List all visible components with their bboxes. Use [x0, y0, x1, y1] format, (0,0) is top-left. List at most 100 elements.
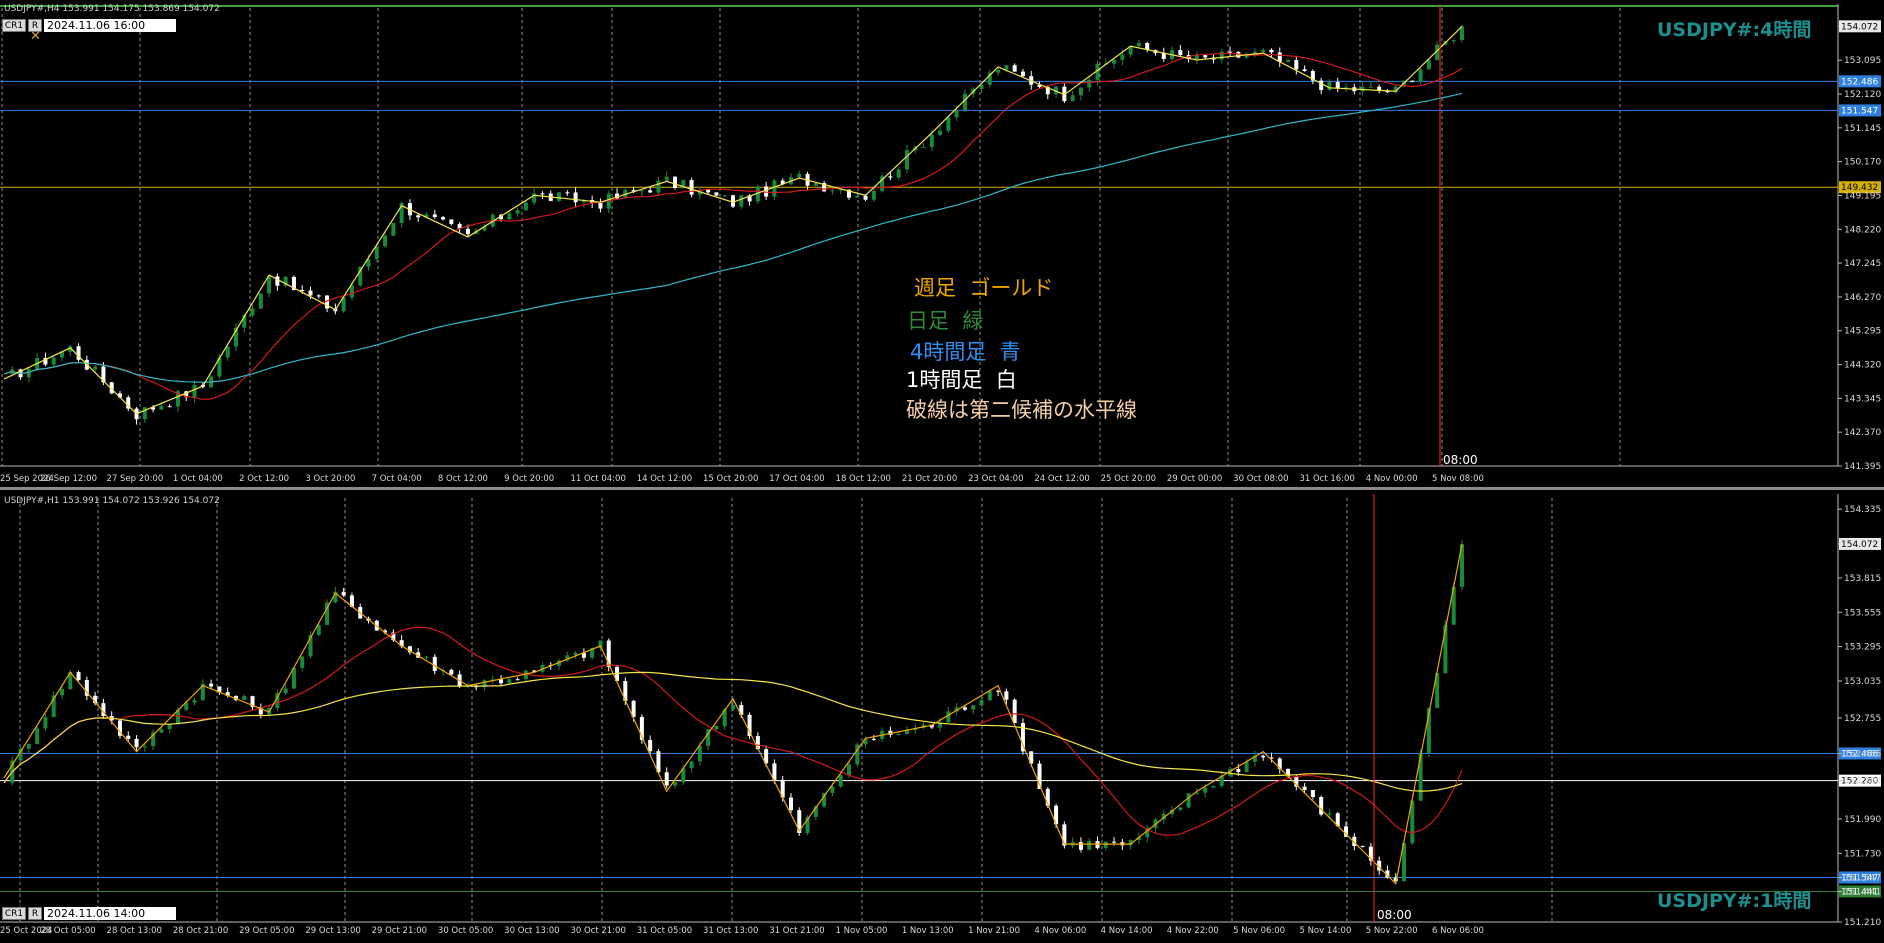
candle-body	[499, 679, 504, 684]
time-label: 4 Nov 06:00	[1034, 926, 1086, 936]
candle-body	[275, 276, 280, 286]
price-tick-label: 153.095	[1844, 56, 1881, 66]
candle-body	[465, 228, 470, 235]
panel-1	[0, 494, 1881, 923]
window-splitter[interactable]	[0, 487, 1884, 490]
candle-body	[1310, 790, 1315, 797]
candle-body	[1319, 80, 1324, 90]
candle-body	[26, 743, 31, 749]
h1-r-button[interactable]: R	[28, 907, 42, 920]
terminal-root: 152.486 151.547 149.432 154.072 153.095 152.1…	[0, 0, 1884, 943]
legend-h1: 1時間足 白	[906, 368, 1017, 392]
candle-body	[432, 656, 437, 671]
candle-body	[1112, 59, 1117, 64]
candle-body	[540, 193, 545, 195]
candle-body	[349, 285, 354, 298]
time-label: 11 Oct 04:00	[570, 474, 625, 484]
candle-body	[1078, 842, 1083, 850]
candle-body	[1327, 813, 1332, 815]
candle-body	[896, 169, 901, 178]
time-label: 15 Oct 20:00	[703, 474, 758, 484]
price-tick-label: 143.345	[1844, 394, 1881, 404]
current-price-label: 154.072	[1841, 540, 1878, 550]
candle-body	[706, 189, 711, 193]
candle-body	[996, 690, 1001, 692]
candle-body	[449, 219, 454, 224]
candle-body	[1178, 807, 1183, 810]
current-price-label: 154.072	[1841, 22, 1878, 32]
candle-body	[1087, 79, 1092, 88]
candle-body	[904, 150, 909, 170]
h1-date-field[interactable]: 2024.11.06 14:00	[44, 907, 176, 920]
candle-body	[838, 775, 843, 787]
candle-body	[1269, 49, 1274, 53]
candle-body	[1319, 796, 1324, 815]
candle-body	[987, 690, 992, 701]
time-label: 31 Oct 16:00	[1299, 474, 1354, 484]
candle-body	[341, 591, 346, 596]
zigzag-line	[3, 544, 1463, 885]
candle-body	[921, 147, 926, 149]
candle-body	[250, 308, 255, 316]
time-label: 29 Oct 05:00	[239, 926, 294, 936]
time-label: 9 Oct 20:00	[504, 474, 554, 484]
h4-symbol-line: USDJPY#,H4 153.991 154.175 153.869 154.0…	[4, 4, 220, 14]
candle-body	[689, 761, 694, 769]
time-label: 2 Oct 12:00	[239, 474, 289, 484]
time-label: 31 Oct 21:00	[769, 926, 824, 936]
h4-cr-button[interactable]: CR1	[2, 19, 26, 32]
moving-average-line	[3, 671, 1463, 792]
time-label: 1 Oct 04:00	[173, 474, 223, 484]
candle-body	[714, 726, 719, 730]
price-tick-label: 154.335	[1844, 505, 1881, 515]
candle-body	[946, 711, 951, 723]
candle-body	[739, 195, 744, 207]
candle-body	[1211, 785, 1216, 788]
candle-body	[938, 130, 943, 135]
candle-body	[573, 192, 578, 203]
time-label: 4 Nov 00:00	[1366, 474, 1418, 484]
price-tick-label: 142.370	[1844, 428, 1881, 438]
candle-body	[1103, 841, 1108, 849]
candle-body	[971, 705, 976, 710]
candle-body	[242, 696, 247, 700]
time-label: 31 Oct 13:00	[703, 926, 758, 936]
candle-body	[598, 202, 603, 209]
candle-body	[871, 190, 876, 200]
candle-body	[714, 192, 719, 196]
h4-crosshair-icon[interactable]: ✕	[30, 30, 44, 44]
candle-body	[1087, 841, 1092, 850]
price-tick-label: 151.730	[1844, 849, 1881, 859]
candle-body	[1302, 786, 1307, 791]
candle-body	[731, 195, 735, 207]
moving-average-line	[3, 52, 1463, 400]
moving-average-line	[3, 92, 1463, 383]
candle-body	[1335, 81, 1340, 89]
candle-body	[673, 782, 678, 786]
time-label: 4 Nov 22:00	[1167, 926, 1219, 936]
candle-body	[731, 704, 735, 710]
legend-dashed: 破線は第二候補の水平線	[906, 398, 1137, 422]
candle-body	[664, 176, 669, 181]
candle-body	[1327, 81, 1332, 90]
h1-cr-button[interactable]: CR1	[2, 907, 26, 920]
candle-body	[267, 276, 272, 294]
candle-body	[1244, 55, 1249, 58]
candle-body	[1020, 71, 1025, 77]
time-label: 17 Oct 04:00	[769, 474, 824, 484]
candle-body	[449, 669, 454, 675]
candle-body	[507, 213, 512, 220]
time-label: 8 Oct 12:00	[438, 474, 488, 484]
candle-body	[142, 746, 147, 748]
price-tick-label: 152.486	[1844, 749, 1881, 759]
time-label: 1 Nov 13:00	[902, 926, 954, 936]
time-label: 28 Oct 13:00	[107, 926, 162, 936]
price-tick-label: 152.755	[1844, 714, 1881, 724]
time-marker-label: 08:00	[1377, 908, 1412, 922]
candle-body	[697, 745, 702, 762]
h4-date-field[interactable]: 2024.11.06 16:00	[44, 19, 176, 32]
candle-body	[1178, 50, 1183, 56]
candle-body	[648, 739, 653, 752]
time-label: 29 Oct 00:00	[1167, 474, 1222, 484]
time-label: 21 Oct 20:00	[902, 474, 957, 484]
